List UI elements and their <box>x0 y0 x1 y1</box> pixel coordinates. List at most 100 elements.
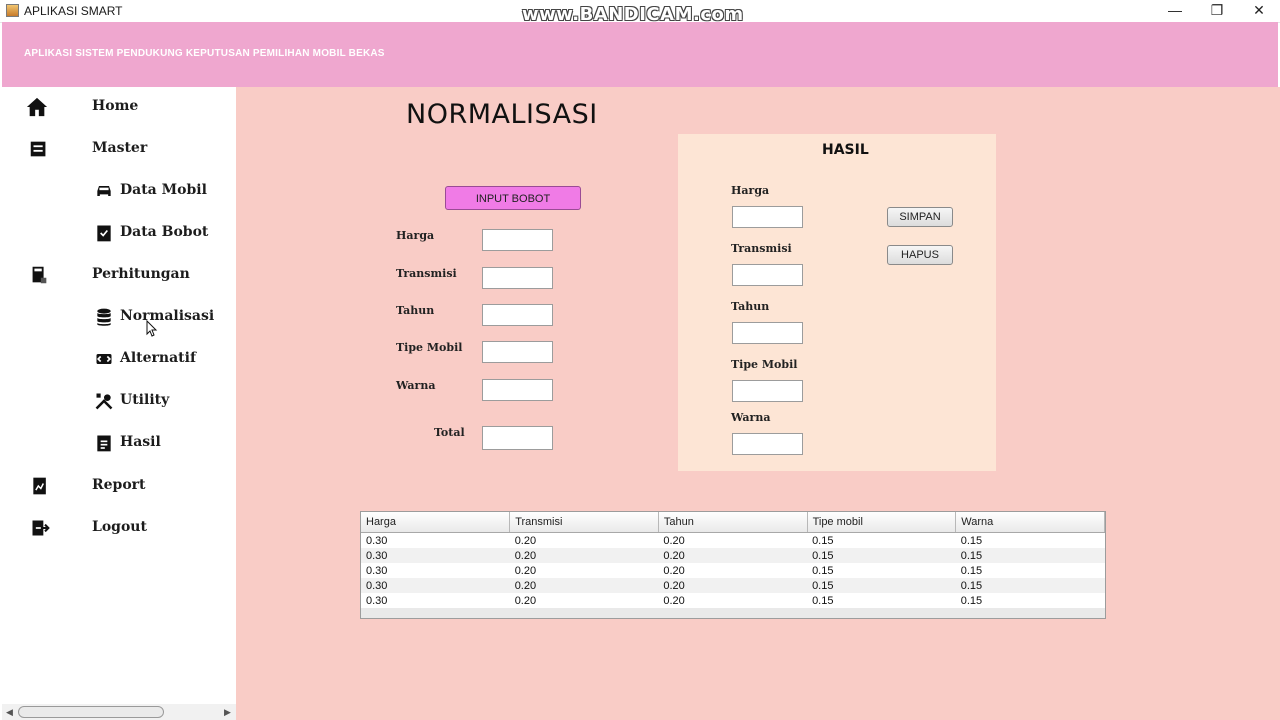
tools-icon <box>95 393 113 410</box>
table-cell: 0.30 <box>361 578 510 593</box>
column-header-harga[interactable]: Harga <box>361 512 511 533</box>
close-button[interactable]: ✕ <box>1238 0 1280 22</box>
scrollbar-thumb[interactable] <box>18 706 164 718</box>
column-header-warna[interactable]: Warna <box>955 512 1105 533</box>
table-cell: 0.20 <box>658 578 808 593</box>
column-header-tipe-mobil[interactable]: Tipe mobil <box>807 512 957 533</box>
table-cell: 0.15 <box>960 564 983 577</box>
table-cell: 0.15 <box>807 548 956 563</box>
sidebar-item-alternatif[interactable]: Alternatif <box>94 344 224 374</box>
table-cell: 0.15 <box>812 594 834 607</box>
clipboard-check-icon <box>97 225 111 242</box>
table-cell: 0.20 <box>663 534 685 547</box>
hapus-button[interactable]: HAPUS <box>887 245 953 265</box>
hasil-transmisi-field[interactable] <box>732 264 803 286</box>
table-cell: 0.20 <box>514 564 537 577</box>
warna-label: Warna <box>396 379 436 392</box>
main-content: NORMALISASI INPUT BOBOT Harga Transmisi … <box>236 87 1280 720</box>
chart-file-icon <box>33 477 46 495</box>
app-header-title: APLIKASI SISTEM PENDUKUNG KEPUTUSAN PEMI… <box>24 48 385 59</box>
total-field[interactable] <box>482 426 553 450</box>
sidebar-horizontal-scrollbar[interactable]: ◀ ▶ <box>2 704 236 720</box>
database-icon <box>97 308 111 326</box>
scroll-left-icon[interactable]: ◀ <box>6 707 13 718</box>
sidebar-item-data-mobil[interactable]: Data Mobil <box>94 176 224 206</box>
column-header-tahun[interactable]: Tahun <box>658 512 808 533</box>
page-title: NORMALISASI <box>406 99 598 130</box>
sidebar-item-label: Data Mobil <box>120 182 207 198</box>
scroll-right-icon[interactable]: ▶ <box>224 707 231 718</box>
tipe-mobil-field[interactable] <box>482 341 553 363</box>
maximize-button[interactable]: ❐ <box>1196 0 1238 22</box>
sidebar-item-label: Alternatif <box>120 350 196 366</box>
sidebar-item-label: Home <box>92 98 139 114</box>
sidebar-item-master[interactable]: Master <box>26 134 226 164</box>
sidebar-item-normalisasi[interactable]: Normalisasi <box>94 302 224 337</box>
total-label: Total <box>434 426 465 439</box>
title-bar: APLIKASI SMART www.BANDICAM.com — ❐ ✕ <box>0 0 1280 25</box>
table-row[interactable]: 0.30 0.20 0.20 0.15 0.15 <box>361 578 1105 593</box>
sidebar-item-report[interactable]: Report <box>26 471 226 501</box>
sidebar-item-label: Logout <box>92 519 147 535</box>
table-cell: 0.20 <box>514 594 537 607</box>
window-title: APLIKASI SMART <box>24 4 123 18</box>
sidebar-item-logout[interactable]: Logout <box>26 513 226 543</box>
table-cell: 0.20 <box>509 578 659 593</box>
clipboard-list-icon <box>97 435 111 452</box>
table-cell: 0.30 <box>366 534 388 547</box>
table-cell: 0.15 <box>812 564 834 577</box>
table-row[interactable]: 0.30 0.20 0.20 0.15 0.15 <box>361 593 1105 608</box>
sidebar-item-label: Report <box>92 477 146 493</box>
sidebar-item-perhitungan[interactable]: Perhitungan <box>26 260 226 290</box>
hasil-harga-label: Harga <box>731 184 770 197</box>
hasil-harga-field[interactable] <box>732 206 803 228</box>
home-icon <box>26 97 48 117</box>
table-row[interactable]: 0.30 0.20 0.20 0.15 0.15 <box>361 548 1105 563</box>
table-cell: 0.20 <box>509 548 659 563</box>
warna-field[interactable] <box>482 379 553 401</box>
column-header-transmisi[interactable]: Transmisi <box>509 512 659 533</box>
table-cell: 0.20 <box>663 594 685 607</box>
tahun-field[interactable] <box>482 304 553 326</box>
sidebar-item-label: Utility <box>120 392 170 408</box>
hasil-warna-label: Warna <box>731 411 771 424</box>
minimize-button[interactable]: — <box>1154 0 1196 22</box>
swap-icon <box>96 354 112 364</box>
table-cell: 0.30 <box>361 548 510 563</box>
harga-field[interactable] <box>482 229 553 251</box>
app-header: APLIKASI SISTEM PENDUKUNG KEPUTUSAN PEMI… <box>2 22 1278 87</box>
tipe-mobil-label: Tipe Mobil <box>396 341 463 354</box>
table-row[interactable]: 0.30 0.20 0.20 0.15 0.15 <box>361 533 1105 549</box>
table-row[interactable]: 0.30 0.20 0.20 0.15 0.15 <box>361 563 1105 578</box>
bobot-table[interactable]: Harga Transmisi Tahun Tipe mobil Warna 0… <box>360 511 1106 619</box>
table-cell: 0.30 <box>366 564 388 577</box>
table-cell: 0.15 <box>955 578 1105 593</box>
input-bobot-button[interactable]: INPUT BOBOT <box>445 186 581 210</box>
car-icon <box>97 186 111 196</box>
table-cell: 0.15 <box>960 534 983 547</box>
sidebar-item-hasil[interactable]: Hasil <box>94 428 224 458</box>
table-cell: 0.15 <box>812 534 834 547</box>
hasil-tipe-mobil-field[interactable] <box>732 380 803 402</box>
logout-icon <box>32 520 50 536</box>
simpan-button[interactable]: SIMPAN <box>887 207 953 227</box>
table-header-row: Harga Transmisi Tahun Tipe mobil Warna <box>361 512 1105 533</box>
mouse-cursor-icon <box>146 320 158 337</box>
sidebar-item-data-bobot[interactable]: Data Bobot <box>94 218 224 248</box>
sidebar-item-home[interactable]: Home <box>26 92 226 122</box>
transmisi-label: Transmisi <box>396 267 457 280</box>
table-cell: 0.20 <box>663 564 685 577</box>
hasil-transmisi-label: Transmisi <box>731 242 792 255</box>
table-cell: 0.15 <box>960 594 983 607</box>
sidebar-item-label: Data Bobot <box>120 224 209 240</box>
transmisi-field[interactable] <box>482 267 553 289</box>
hasil-tahun-field[interactable] <box>732 322 803 344</box>
table-cell: 0.20 <box>514 534 537 547</box>
table-cell: 0.30 <box>366 594 388 607</box>
sidebar: Home Master Data Mobil Data Bobot Perhit… <box>2 87 236 720</box>
table-scroll-area <box>361 608 1105 618</box>
sidebar-item-utility[interactable]: Utility <box>94 386 224 416</box>
hasil-panel: HASIL Harga Transmisi Tahun Tipe Mobil W… <box>678 134 996 471</box>
hasil-warna-field[interactable] <box>732 433 803 455</box>
table-cell: 0.15 <box>955 548 1105 563</box>
